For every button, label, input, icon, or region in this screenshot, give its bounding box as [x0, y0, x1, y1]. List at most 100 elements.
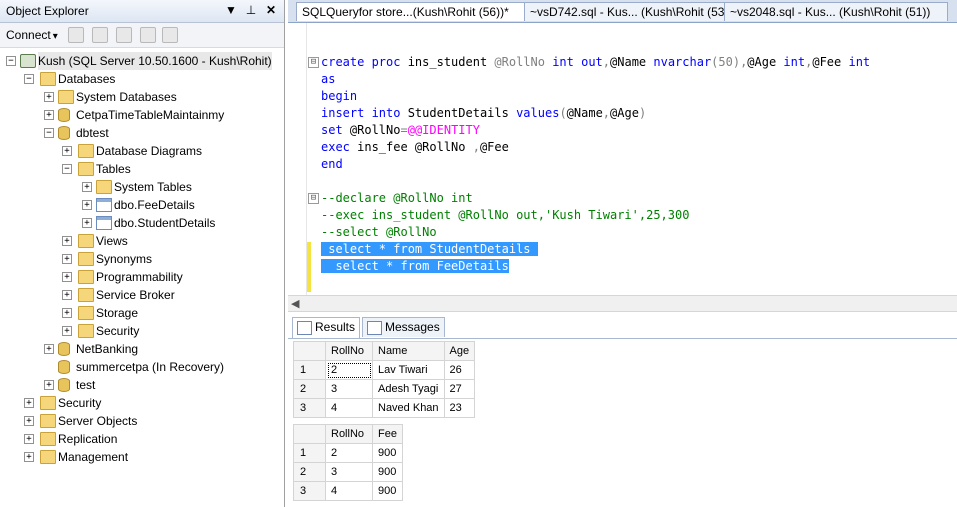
tab-results[interactable]: Results	[292, 317, 361, 338]
tree-node[interactable]: + Security	[0, 322, 284, 340]
dropdown-icon[interactable]: ▼	[222, 2, 240, 18]
close-icon[interactable]: ✕	[262, 2, 280, 18]
tree-node[interactable]: + System Tables	[0, 178, 284, 196]
expand-icon[interactable]: +	[24, 416, 34, 426]
expand-icon[interactable]: +	[62, 272, 72, 282]
row-number[interactable]: 1	[293, 360, 326, 380]
tree-node[interactable]: − Databases	[0, 70, 284, 88]
tree-node[interactable]: + NetBanking	[0, 340, 284, 358]
table-cell[interactable]: 26	[443, 360, 476, 380]
table-row[interactable]: 3 4 900	[293, 481, 403, 501]
expand-icon[interactable]: +	[24, 452, 34, 462]
tree-node[interactable]: + Service Broker	[0, 286, 284, 304]
filter-icon[interactable]	[140, 27, 156, 43]
tree-node[interactable]: summercetpa (In Recovery)	[0, 358, 284, 376]
stop-icon[interactable]	[116, 27, 132, 43]
expand-icon[interactable]: +	[82, 218, 92, 228]
editor-horizontal-scrollbar[interactable]: ◀	[288, 295, 957, 312]
column-header[interactable]: RollNo	[325, 341, 373, 361]
tree-node[interactable]: + Storage	[0, 304, 284, 322]
connect-object-explorer-icon[interactable]	[68, 27, 84, 43]
table-row[interactable]: 2 3 Adesh Tyagi 27	[293, 379, 476, 399]
collapse-icon[interactable]: −	[24, 74, 34, 84]
table-cell[interactable]: 3	[325, 462, 373, 482]
query-editor[interactable]: ⊟ ⊟ create proc ins_student @RollNo int …	[288, 23, 957, 295]
expand-icon[interactable]: +	[24, 398, 34, 408]
grid-corner[interactable]	[293, 341, 326, 361]
table-cell[interactable]: Lav Tiwari	[372, 360, 445, 380]
expand-icon[interactable]: +	[24, 434, 34, 444]
row-number[interactable]: 3	[293, 398, 326, 418]
collapse-icon[interactable]: −	[6, 56, 16, 66]
expand-icon[interactable]: +	[62, 308, 72, 318]
expand-icon[interactable]: +	[62, 146, 72, 156]
row-number[interactable]: 2	[293, 462, 326, 482]
expand-icon[interactable]: +	[62, 290, 72, 300]
table-cell[interactable]: 2	[325, 443, 373, 463]
table-cell[interactable]: 900	[372, 462, 403, 482]
table-cell[interactable]: 900	[372, 481, 403, 501]
tree-node[interactable]: − Kush (SQL Server 10.50.1600 - Kush\Rohi…	[0, 52, 284, 70]
row-number[interactable]: 2	[293, 379, 326, 399]
tree-node[interactable]: − dbtest	[0, 124, 284, 142]
table-row[interactable]: 3 4 Naved Khan 23	[293, 398, 476, 418]
expand-icon[interactable]: +	[44, 110, 54, 120]
table-cell[interactable]: 27	[443, 379, 476, 399]
tree-node[interactable]: + Security	[0, 394, 284, 412]
expand-icon[interactable]: +	[82, 182, 92, 192]
disconnect-icon[interactable]	[92, 27, 108, 43]
row-number[interactable]: 1	[293, 443, 326, 463]
table-cell[interactable]: 2	[325, 360, 373, 380]
table-cell[interactable]: 900	[372, 443, 403, 463]
tree-node[interactable]: + Replication	[0, 430, 284, 448]
fold-collapse-icon[interactable]: ⊟	[308, 57, 319, 68]
tree-node[interactable]: + dbo.FeeDetails	[0, 196, 284, 214]
expand-icon[interactable]: +	[62, 236, 72, 246]
tree-node[interactable]: + Database Diagrams	[0, 142, 284, 160]
refresh-icon[interactable]	[162, 27, 178, 43]
tab-sqlquery-store[interactable]: SQLQueryfor store...(Kush\Rohit (56))*	[296, 2, 531, 21]
connect-button[interactable]: Connect ▾	[6, 28, 58, 42]
tree-node[interactable]: + test	[0, 376, 284, 394]
table-cell[interactable]: Adesh Tyagi	[372, 379, 445, 399]
row-number[interactable]: 3	[293, 481, 326, 501]
fold-collapse-icon[interactable]: ⊟	[308, 193, 319, 204]
collapse-icon[interactable]: −	[62, 164, 72, 174]
tree-node[interactable]: + dbo.StudentDetails	[0, 214, 284, 232]
scroll-left-icon[interactable]: ◀	[291, 297, 299, 310]
column-header[interactable]: Age	[443, 341, 476, 361]
tree-node[interactable]: + Programmability	[0, 268, 284, 286]
results-grid-feedetails[interactable]: RollNo Fee 1 2 900 2 3 900 3 4 900	[293, 424, 403, 501]
table-row[interactable]: 1 2 Lav Tiwari 26	[293, 360, 476, 380]
grid-corner[interactable]	[293, 424, 326, 444]
tree-node[interactable]: − Tables	[0, 160, 284, 178]
tree-node[interactable]: + Server Objects	[0, 412, 284, 430]
tree-node[interactable]: + Views	[0, 232, 284, 250]
column-header[interactable]: Fee	[372, 424, 403, 444]
table-row[interactable]: 1 2 900	[293, 443, 403, 463]
table-row[interactable]: 2 3 900	[293, 462, 403, 482]
tab-vsd742[interactable]: ~vsD742.sql - Kus... (Kush\Rohit (53))	[524, 2, 731, 21]
tree-node[interactable]: + Synonyms	[0, 250, 284, 268]
expand-icon[interactable]: +	[62, 326, 72, 336]
tree-node[interactable]: + CetpaTimeTableMaintainmy	[0, 106, 284, 124]
table-cell[interactable]: 23	[443, 398, 476, 418]
expand-icon[interactable]: +	[62, 254, 72, 264]
tree-node[interactable]: + System Databases	[0, 88, 284, 106]
tree-node[interactable]: + Management	[0, 448, 284, 466]
tab-messages[interactable]: Messages	[362, 317, 445, 337]
tab-vs2048[interactable]: ~vs2048.sql - Kus... (Kush\Rohit (51))	[724, 2, 948, 21]
results-grid-studentdetails[interactable]: RollNo Name Age 1 2 Lav Tiwari 26 2 3 Adesh Tyagi…	[293, 341, 476, 418]
table-cell[interactable]: Naved Khan	[372, 398, 445, 418]
column-header[interactable]: RollNo	[325, 424, 373, 444]
collapse-icon[interactable]: −	[44, 128, 54, 138]
expand-icon[interactable]: +	[44, 380, 54, 390]
pin-icon[interactable]: ⊥	[242, 2, 260, 18]
table-cell[interactable]: 3	[325, 379, 373, 399]
table-cell[interactable]: 4	[325, 481, 373, 501]
expand-icon[interactable]: +	[44, 344, 54, 354]
expand-icon[interactable]: +	[44, 92, 54, 102]
column-header[interactable]: Name	[372, 341, 445, 361]
expand-icon[interactable]: +	[82, 200, 92, 210]
table-cell[interactable]: 4	[325, 398, 373, 418]
